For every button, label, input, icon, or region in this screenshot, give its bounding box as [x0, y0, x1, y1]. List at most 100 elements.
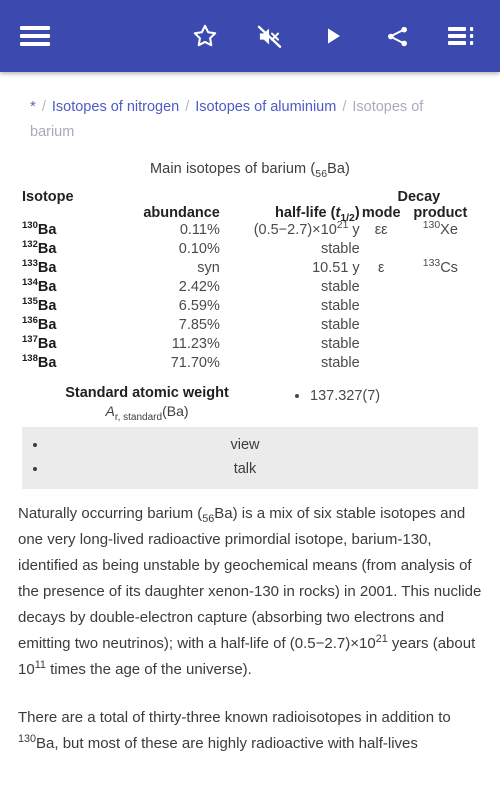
header-abundance: abundance — [143, 205, 220, 221]
isotope-decay-mode — [360, 278, 403, 297]
table-row: 135Ba 6.59% stable — [22, 297, 478, 316]
standard-atomic-weight-value: 137.327(7) — [310, 385, 380, 407]
breadcrumb-separator: / — [185, 99, 190, 115]
footer-link-label[interactable]: talk — [30, 457, 460, 481]
para1-part4: times the age of the universe). — [45, 661, 252, 678]
header-half-life-text: half-life ( — [275, 205, 336, 221]
isotope-abundance: 0.11% — [179, 222, 220, 238]
isotope-half-life: stable — [320, 279, 360, 295]
product-mass-number: 133 — [422, 258, 441, 270]
table-row: 138Ba 71.70% stable — [22, 354, 478, 373]
isotope-decay-product — [403, 354, 478, 373]
isotope-abundance: 71.70% — [170, 355, 220, 371]
isotope-half-life: stable — [320, 241, 360, 257]
infobox-title: Main isotopes of barium (56Ba) — [22, 161, 478, 189]
isotope-element: Ba — [37, 298, 57, 314]
play-icon[interactable] — [316, 19, 350, 53]
isotope-abundance: 2.42% — [178, 279, 220, 295]
header-product: product — [413, 205, 468, 221]
isotope-mass-number: 132 — [22, 239, 38, 251]
isotope-element: Ba — [37, 336, 57, 352]
isotope-table-group-header-row: Isotope Decay — [22, 189, 478, 205]
table-row: 134Ba 2.42% stable — [22, 278, 478, 297]
star-icon[interactable] — [188, 19, 222, 53]
header-decay: Decay — [397, 189, 441, 205]
list-item[interactable]: talk — [48, 457, 478, 481]
header-isotope-spacer — [117, 189, 360, 205]
isotope-mass-number: 138 — [22, 353, 38, 365]
breadcrumb-item-isotopes-of-nitrogen[interactable]: Isotopes of nitrogen — [52, 99, 179, 115]
mute-icon[interactable] — [252, 19, 286, 53]
isotope-table: Isotope Decay abundance half-life (t1/2)… — [22, 189, 478, 373]
header-half-life-close: ) — [354, 205, 360, 221]
para1-exponent-2: 11 — [34, 659, 46, 671]
infobox-footer-link-list: viewtalk — [22, 433, 478, 481]
infobox-title-prefix: Main isotopes of barium ( — [150, 161, 316, 177]
isotope-nuclide: 130Ba — [22, 221, 117, 240]
isotope-decay-product — [403, 335, 478, 354]
isotope-abundance: 11.23% — [171, 336, 220, 352]
para1-exponent-1: 21 — [375, 633, 388, 645]
isotope-decay-mode — [360, 240, 403, 259]
isotope-decay-mode: εε — [374, 222, 388, 238]
isotope-element: Ba — [37, 222, 57, 238]
isotope-half-life: stable — [320, 355, 360, 371]
footer-link-label[interactable]: view — [30, 433, 460, 457]
header-half-life: half-life (t1/2) — [220, 205, 360, 224]
isotope-nuclide: 134Ba — [22, 278, 117, 297]
breadcrumb-separator: / — [342, 99, 347, 115]
para2-mass-number: 130 — [18, 733, 37, 745]
app-screen: * / Isotopes of nitrogen / Isotopes of alumi… — [0, 0, 500, 800]
isotope-decay-product: 133Cs — [403, 258, 478, 278]
infobox-title-atomic-number: 56 — [315, 168, 328, 180]
isotope-decay-mode — [360, 354, 403, 373]
isotope-nuclide: 132Ba — [22, 240, 117, 259]
breadcrumb: * / Isotopes of nitrogen / Isotopes of alumi… — [0, 72, 470, 145]
breadcrumb-separator: / — [41, 99, 46, 115]
isotope-half-life: stable — [320, 336, 360, 352]
isotope-table-sub-header-row: abundance half-life (t1/2) mode product — [22, 205, 478, 224]
list-view-icon[interactable] — [444, 19, 478, 53]
saw-symbol-a: A — [105, 403, 115, 419]
app-toolbar — [0, 0, 500, 72]
article-paragraph-2: There are a total of thirty-three known … — [18, 705, 482, 757]
isotope-element: Ba — [37, 241, 57, 257]
isotope-decay-product — [403, 316, 478, 335]
table-row: 136Ba 7.85% stable — [22, 316, 478, 335]
para2-part1: There are a total of thirty-three known … — [18, 709, 451, 726]
isotope-nuclide: 135Ba — [22, 297, 117, 316]
isotope-decay-product — [403, 240, 478, 259]
isotope-decay-mode — [360, 297, 403, 316]
standard-atomic-weight-section: Standard atomic weight Ar, standard(Ba) … — [22, 385, 478, 422]
isotope-decay-mode — [360, 335, 403, 354]
saw-symbol-arg: (Ba) — [162, 403, 189, 419]
isotope-decay-product — [403, 297, 478, 316]
toolbar-action-group — [188, 19, 482, 53]
isotope-half-life: 10.51 y — [312, 260, 360, 276]
standard-atomic-weight-symbol: Ar, standard(Ba) — [22, 403, 272, 422]
isotope-decay-mode: ε — [377, 260, 385, 276]
isotope-abundance: syn — [197, 260, 220, 276]
isotope-mass-number: 130 — [22, 220, 38, 232]
standard-atomic-weight-value-list: 137.327(7) — [272, 385, 380, 407]
saw-symbol-subscript: r, standard — [114, 411, 163, 423]
isotope-abundance: 6.59% — [178, 298, 220, 314]
header-blank — [22, 205, 117, 221]
share-icon[interactable] — [380, 19, 414, 53]
header-isotope: Isotope — [22, 189, 74, 205]
isotope-decay-product: 130Xe — [403, 220, 478, 240]
list-item[interactable]: view — [48, 433, 478, 457]
breadcrumb-item-isotopes-of-aluminium[interactable]: Isotopes of aluminium — [195, 99, 336, 115]
isotope-half-life: stable — [320, 298, 360, 314]
table-row: 137Ba 11.23% stable — [22, 335, 478, 354]
infobox-title-suffix: Ba) — [327, 161, 350, 177]
table-row: 132Ba 0.10% stable — [22, 240, 478, 259]
breadcrumb-star[interactable]: * — [30, 98, 36, 115]
isotope-mass-number: 133 — [22, 258, 38, 270]
hamburger-menu-icon[interactable] — [18, 19, 52, 53]
para2-part2: Ba, but most of these are highly radioac… — [36, 735, 418, 752]
isotope-decay-product — [403, 278, 478, 297]
isotope-table-body: 130Ba 0.11% (0.5−2.7)×1021 y εε 130Xe 132Ba 0.… — [22, 220, 478, 373]
product-mass-number: 130 — [422, 220, 441, 232]
isotope-half-life: stable — [320, 317, 360, 333]
